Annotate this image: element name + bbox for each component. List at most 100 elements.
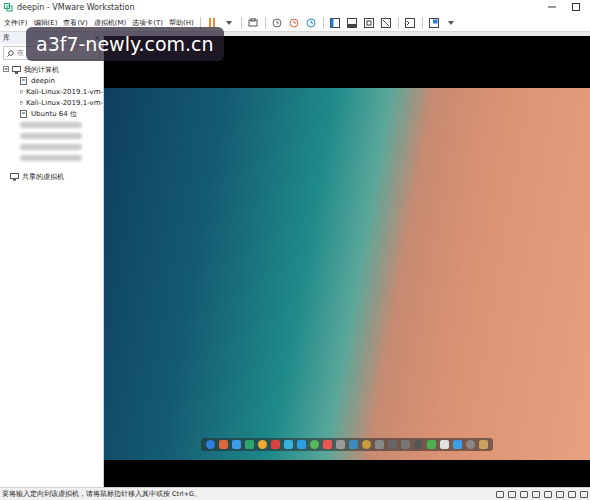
vm-display[interactable] <box>104 32 590 487</box>
dock-app-icon[interactable] <box>336 440 345 449</box>
vmware-window: deepin - VMware Workstation 文件(F) 编辑(E) 查看(… <box>0 0 590 500</box>
shared-vms[interactable]: 共享的虚拟机 <box>0 171 103 182</box>
dock-app-icon[interactable] <box>466 440 475 449</box>
minimize-icon <box>548 3 556 11</box>
view-icon <box>330 18 340 28</box>
watermark: a3f7-newly.com.cn <box>26 27 224 61</box>
dock-app-icon[interactable] <box>258 440 267 449</box>
dock-app-icon[interactable] <box>271 440 280 449</box>
device-icon[interactable] <box>520 491 528 498</box>
tree-root[interactable]: 我的计算机 <box>0 64 103 75</box>
dock-app-icon[interactable] <box>401 440 410 449</box>
dock-app-icon[interactable] <box>427 440 436 449</box>
vm-label: Kali-Linux-2019.1-vm- <box>26 99 103 107</box>
menu-item[interactable]: 编辑(E) <box>34 18 58 28</box>
vm-item[interactable]: Kali-Linux-2019.1-vm- <box>0 97 103 108</box>
dock-app-icon[interactable] <box>232 440 241 449</box>
deepin-desktop[interactable] <box>104 88 590 460</box>
menu-item[interactable]: 帮助(H) <box>169 18 194 28</box>
send-keys-button[interactable] <box>248 17 259 28</box>
clock-icon <box>289 18 299 28</box>
dock-app-icon[interactable] <box>245 440 254 449</box>
dock-app-icon[interactable] <box>349 440 358 449</box>
device-icon[interactable] <box>556 491 564 498</box>
vm-item[interactable]: Kali-Linux-2019.1-vm- <box>0 86 103 97</box>
separator <box>265 17 266 29</box>
dock-app-icon[interactable] <box>284 440 293 449</box>
vm-item[interactable] <box>0 130 103 141</box>
title-bar: deepin - VMware Workstation <box>0 0 590 14</box>
separator <box>323 17 324 29</box>
vm-item[interactable] <box>0 152 103 163</box>
vm-tree: 我的计算机deepinKali-Linux-2019.1-vm-Kali-Lin… <box>0 62 103 182</box>
view-button[interactable] <box>381 17 392 28</box>
vm-label: deepin <box>31 77 55 85</box>
status-bar: 要将输入定向到该虚拟机，请将鼠标指针移入其中或按 Ctrl+G。 <box>0 487 590 500</box>
menu-item[interactable]: 查看(V) <box>63 18 87 28</box>
window-title: deepin - VMware Workstation <box>17 3 538 12</box>
vm-item[interactable]: Ubuntu 64 位 <box>0 108 103 119</box>
vm-icon <box>20 110 28 118</box>
library-sidebar: 库×在我的计算机deepinKali-Linux-2019.1-vm-Kali-… <box>0 32 104 487</box>
dock <box>201 438 493 451</box>
redacted-label <box>20 133 82 139</box>
expand-toggle[interactable] <box>3 66 9 74</box>
vm-item[interactable] <box>0 119 103 130</box>
caret-icon <box>448 21 454 25</box>
status-message: 要将输入定向到该虚拟机，请将鼠标指针移入其中或按 Ctrl+G。 <box>2 490 492 499</box>
maximize-button[interactable] <box>566 1 586 13</box>
view-icon <box>364 18 374 28</box>
snapshot-button[interactable] <box>289 17 300 28</box>
dock-app-icon[interactable] <box>206 440 215 449</box>
dropdown-button[interactable] <box>224 17 235 28</box>
dock-app-icon[interactable] <box>362 440 371 449</box>
dock-app-icon[interactable] <box>479 440 488 449</box>
pause-icon <box>208 18 216 27</box>
device-icon[interactable] <box>580 491 588 498</box>
separator <box>422 17 423 29</box>
dock-app-icon[interactable] <box>219 440 228 449</box>
device-icon[interactable] <box>532 491 540 498</box>
minimize-button[interactable] <box>542 1 562 13</box>
dock-app-icon[interactable] <box>310 440 319 449</box>
device-icon[interactable] <box>496 491 504 498</box>
redacted-label <box>20 155 82 161</box>
dock-app-icon[interactable] <box>388 440 397 449</box>
shared-icon <box>10 173 19 181</box>
view-button[interactable] <box>364 17 375 28</box>
clock-icon <box>272 18 282 28</box>
separator <box>241 17 242 29</box>
device-icon[interactable] <box>508 491 516 498</box>
computer-icon <box>12 66 21 74</box>
dock-app-icon[interactable] <box>375 440 384 449</box>
snapshot-button[interactable] <box>306 17 317 28</box>
dock-app-icon[interactable] <box>323 440 332 449</box>
snapshot-button[interactable] <box>272 17 283 28</box>
vm-label: Ubuntu 64 位 <box>31 109 77 119</box>
view-button[interactable] <box>330 17 341 28</box>
tree-label: 我的计算机 <box>24 65 59 75</box>
view-icon <box>347 18 357 28</box>
console-icon <box>405 18 415 28</box>
dock-app-icon[interactable] <box>453 440 462 449</box>
dock-app-icon[interactable] <box>297 440 306 449</box>
dock-app-icon[interactable] <box>414 440 423 449</box>
menu-item[interactable]: 文件(F) <box>4 18 28 28</box>
view-button[interactable] <box>347 17 358 28</box>
redacted-label <box>20 144 82 150</box>
library-title: 库 <box>3 33 10 43</box>
device-icon[interactable] <box>544 491 552 498</box>
view-icon <box>381 18 391 28</box>
menu-item[interactable]: 虚拟机(M) <box>94 18 127 28</box>
dock-app-icon[interactable] <box>440 440 449 449</box>
vm-item[interactable]: deepin <box>0 75 103 86</box>
vm-icon <box>20 99 23 107</box>
dropdown-button[interactable] <box>446 17 457 28</box>
menu-item[interactable]: 选项卡(T) <box>132 18 163 28</box>
vm-item[interactable] <box>0 141 103 152</box>
fullscreen-button[interactable] <box>429 17 440 28</box>
console-button[interactable] <box>405 17 416 28</box>
redacted-label <box>20 122 82 128</box>
minus-icon <box>3 66 9 72</box>
device-icon[interactable] <box>568 491 576 498</box>
